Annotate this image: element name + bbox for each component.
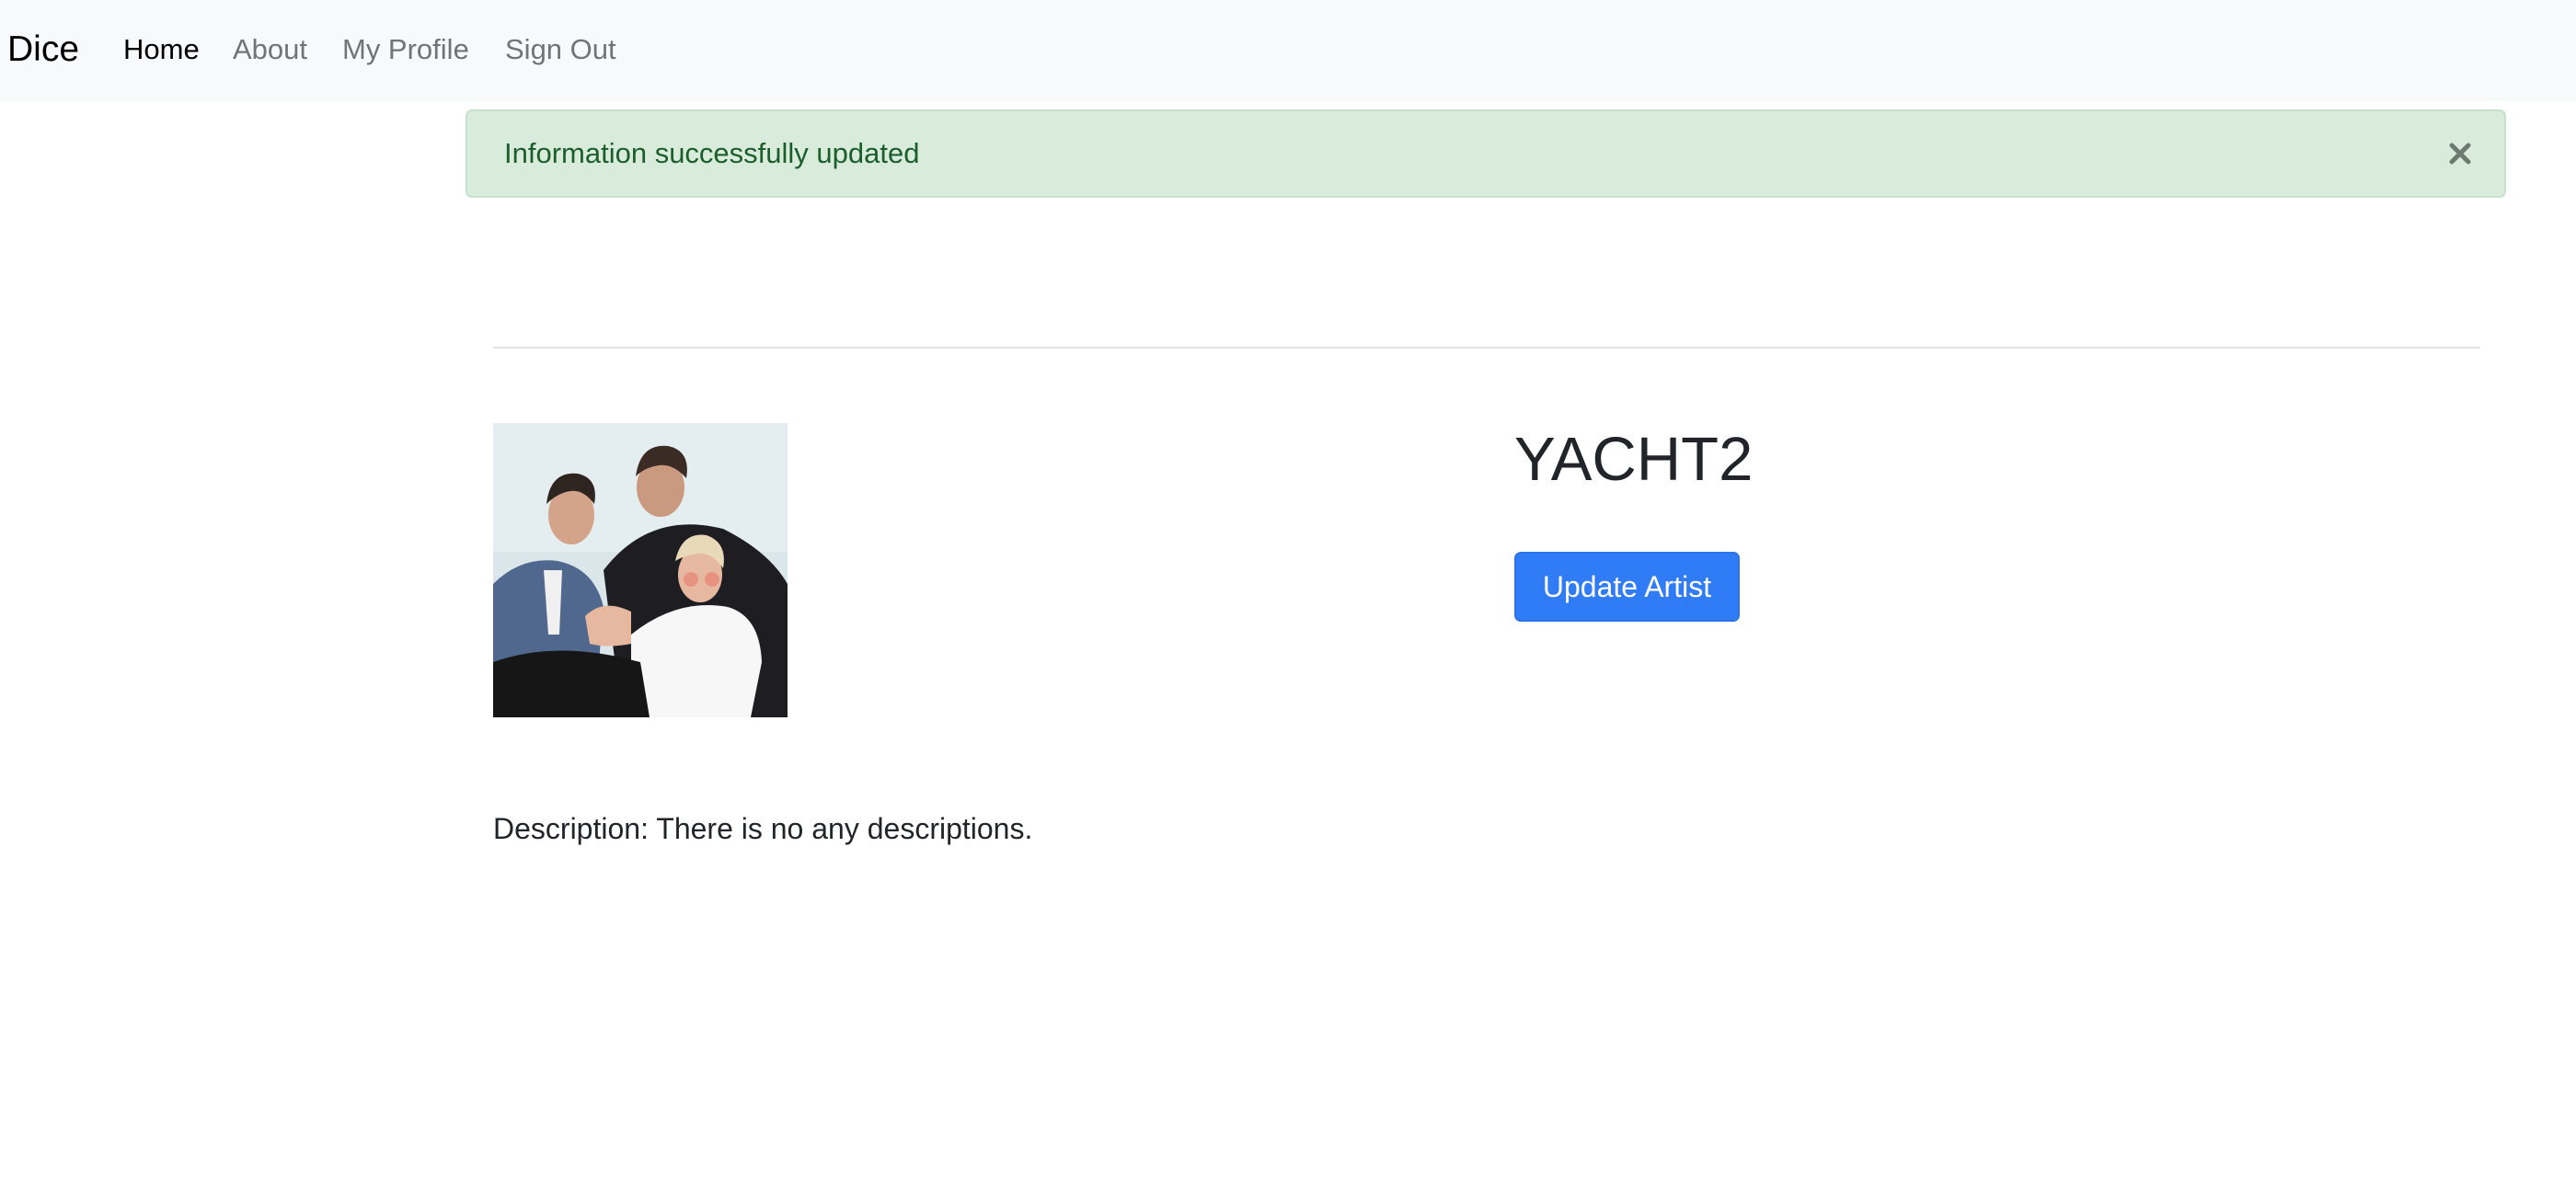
artist-photo: [493, 423, 788, 717]
brand-logo[interactable]: Dice: [7, 26, 79, 74]
artist-name-heading: YACHT2: [1514, 425, 1754, 494]
artist-description: Description: There is no any description…: [493, 812, 1033, 845]
alert-message: Information successfully updated: [504, 137, 920, 169]
nav-link-sign-out[interactable]: Sign Out: [505, 29, 616, 70]
success-alert: Information successfully updated: [466, 109, 2506, 198]
navbar: Dice Home About My Profile Sign Out: [0, 0, 2576, 101]
nav-link-my-profile[interactable]: My Profile: [342, 29, 469, 70]
update-artist-button[interactable]: Update Artist: [1514, 552, 1740, 622]
nav-link-home[interactable]: Home: [123, 29, 200, 70]
close-icon[interactable]: [2442, 132, 2478, 174]
nav-link-about[interactable]: About: [233, 29, 307, 70]
section-divider: [493, 347, 2480, 349]
